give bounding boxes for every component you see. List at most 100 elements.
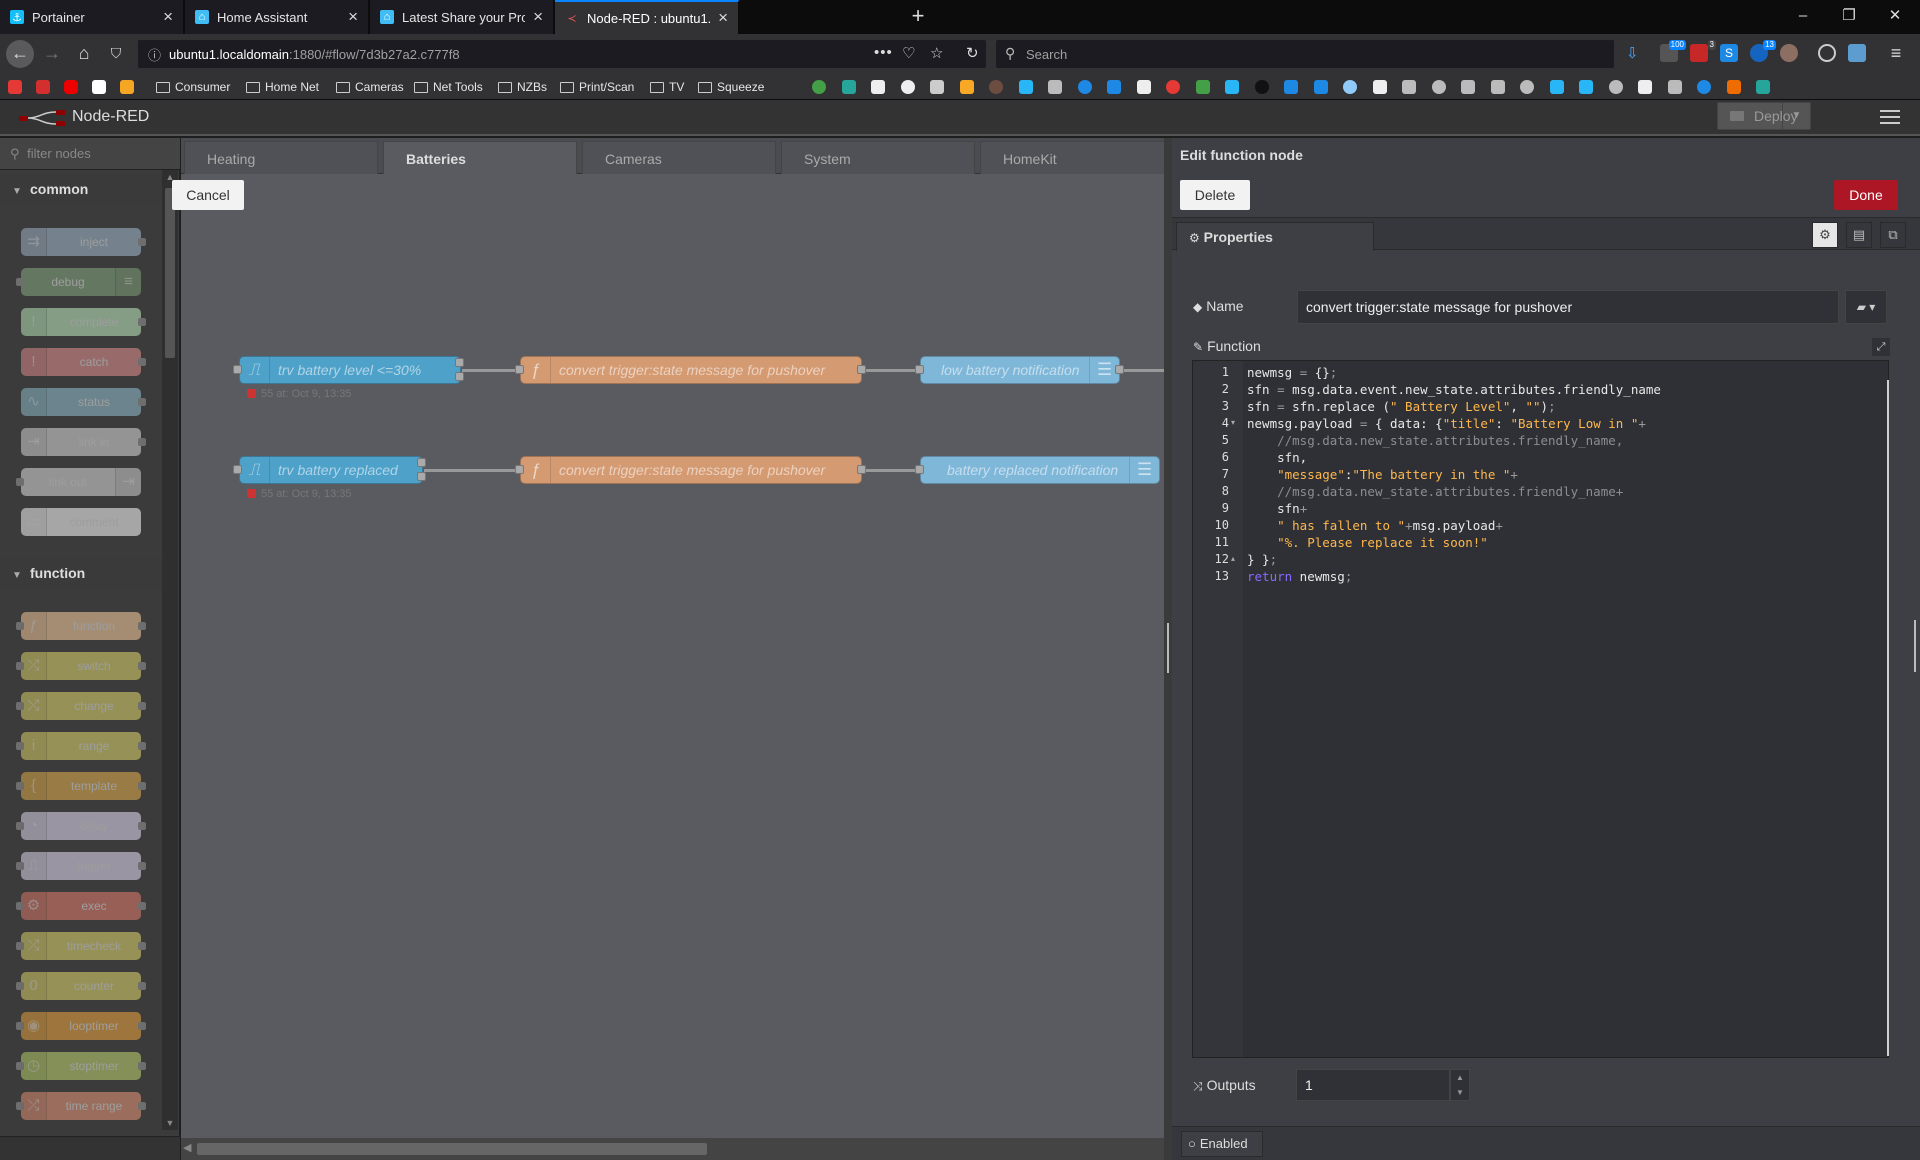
bookmark-folder[interactable]: TV xyxy=(650,79,684,95)
close-icon[interactable]: × xyxy=(163,7,173,27)
youtube-icon[interactable] xyxy=(64,80,78,94)
code-line[interactable]: return newmsg; xyxy=(1247,569,1352,584)
close-icon[interactable]: × xyxy=(348,7,358,27)
main-menu-button[interactable] xyxy=(1878,106,1902,128)
done-button[interactable]: Done xyxy=(1834,180,1898,210)
close-icon[interactable]: × xyxy=(718,8,728,28)
code-scrollbar[interactable] xyxy=(1887,380,1889,1056)
page-actions-icon[interactable]: ••• xyxy=(874,44,893,61)
bookmark-star-icon[interactable]: ☆ xyxy=(930,44,943,62)
chevron-up-icon[interactable]: ▲ xyxy=(1451,1070,1469,1085)
flow-wire[interactable] xyxy=(864,369,920,372)
bookmark-icon[interactable] xyxy=(1284,80,1298,94)
flow-node-function-convert[interactable]: ƒ convert trigger:state message for push… xyxy=(520,356,862,384)
bookmark-icon[interactable] xyxy=(1579,80,1593,94)
extension-icon[interactable]: 100 xyxy=(1660,40,1686,62)
bookmark-icon[interactable] xyxy=(1225,80,1239,94)
output-port[interactable] xyxy=(455,358,464,367)
code-line[interactable]: sfn = sfn.replace (" Battery Level", "")… xyxy=(1247,399,1556,414)
palette-node-link-in[interactable]: ⇥ link in xyxy=(21,428,146,456)
bookmark-icon[interactable] xyxy=(1461,80,1475,94)
input-port[interactable] xyxy=(915,465,924,474)
input-port[interactable] xyxy=(233,365,242,374)
flow-wire[interactable] xyxy=(1121,369,1164,372)
outputs-stepper[interactable]: ▲ ▼ xyxy=(1450,1069,1470,1101)
bookmark-icon[interactable] xyxy=(1726,80,1741,94)
bookmark-icon[interactable] xyxy=(36,80,50,94)
caret-down-icon[interactable]: ▼ xyxy=(1782,103,1810,129)
bookmark-icon[interactable] xyxy=(1343,80,1357,94)
browser-tab-home-assistant[interactable]: ⌂ Home Assistant × xyxy=(185,0,369,34)
tray-splitter[interactable] xyxy=(1164,138,1172,1160)
edge-grip[interactable] xyxy=(1914,620,1916,672)
extension-icon[interactable] xyxy=(1848,44,1866,62)
fold-toggle-icon[interactable]: ▴ xyxy=(1231,554,1235,563)
bookmark-icon[interactable] xyxy=(1520,80,1534,94)
reload-icon[interactable]: ↻ xyxy=(966,44,979,62)
tab-cameras[interactable]: Cameras xyxy=(582,141,776,174)
palette-node-status[interactable]: ∿ status xyxy=(21,388,146,416)
flow-wire[interactable] xyxy=(462,369,522,372)
deploy-button[interactable]: Deploy ▼ xyxy=(1717,102,1811,130)
back-arrow-icon[interactable]: ← xyxy=(6,40,34,68)
bookmark-icon[interactable] xyxy=(989,80,1003,94)
flow-node-function-convert[interactable]: ƒ convert trigger:state message for push… xyxy=(520,456,862,484)
bookmark-icon[interactable] xyxy=(1195,80,1210,94)
hamburger-menu-icon[interactable]: ≡ xyxy=(1884,42,1908,66)
tab-batteries[interactable]: Batteries xyxy=(383,141,577,174)
bookmark-icon[interactable] xyxy=(1667,80,1682,94)
extension-icon[interactable] xyxy=(1780,44,1798,62)
bookmark-icon[interactable] xyxy=(1490,80,1505,94)
info-icon[interactable]: ⓘ xyxy=(148,45,161,64)
bookmark-icon[interactable] xyxy=(871,80,885,94)
code-line[interactable]: sfn = msg.data.event.new_state.attribute… xyxy=(1247,382,1661,397)
bookmark-icon[interactable] xyxy=(1136,80,1151,94)
bookmark-icon[interactable] xyxy=(1402,80,1416,94)
bookmark-icon[interactable] xyxy=(1608,80,1623,94)
bookmark-icon[interactable] xyxy=(812,80,826,94)
output-port[interactable] xyxy=(857,365,866,374)
bookmark-folder[interactable]: Cameras xyxy=(336,79,404,95)
code-line[interactable]: "%. Please replace it soon!" xyxy=(1247,535,1488,550)
fold-toggle-icon[interactable]: ▾ xyxy=(1231,418,1235,427)
palette-node-debug[interactable]: ≡ debug xyxy=(16,268,141,296)
bookmark-icon[interactable] xyxy=(1313,80,1328,94)
enabled-toggle[interactable]: ○ Enabled xyxy=(1181,1131,1263,1157)
appearance-icon[interactable]: ⧉ xyxy=(1880,222,1906,248)
tab-system[interactable]: System xyxy=(781,141,975,174)
flow-wire[interactable] xyxy=(864,469,920,472)
output-port[interactable] xyxy=(857,465,866,474)
scroll-thumb[interactable] xyxy=(197,1143,707,1155)
palette-node-timecheck[interactable]: ⤮ timecheck xyxy=(16,932,146,960)
palette-node-range[interactable]: i range xyxy=(16,732,146,760)
code-line[interactable]: " has fallen to "+msg.payload+ xyxy=(1247,518,1503,533)
delete-button[interactable]: Delete xyxy=(1180,180,1250,210)
bookmark-folder[interactable]: Home Net xyxy=(246,79,319,95)
palette-category-function[interactable]: ▼ function xyxy=(0,558,162,588)
palette-node-switch[interactable]: ⤮ switch xyxy=(16,652,146,680)
code-line[interactable]: //msg.data.new_state.attributes.friendly… xyxy=(1247,433,1623,448)
palette-category-common[interactable]: ▼ common xyxy=(0,174,162,204)
extension-icon[interactable]: 13 xyxy=(1750,40,1776,62)
bookmark-icon[interactable] xyxy=(1756,80,1770,94)
bookmark-icon[interactable] xyxy=(1107,80,1121,94)
code-line[interactable]: "message":"The battery in the "+ xyxy=(1247,467,1518,482)
code-line[interactable]: //msg.data.new_state.attributes.friendly… xyxy=(1247,484,1623,499)
search-bar[interactable]: ⚲ Search xyxy=(996,40,1614,68)
input-port[interactable] xyxy=(915,365,924,374)
browser-tab-share-projects[interactable]: ⌂ Latest Share your Projects! topic × xyxy=(370,0,554,34)
home-icon[interactable]: ⌂ xyxy=(72,42,96,66)
palette-node-trigger[interactable]: ⎍ trigger xyxy=(16,852,146,880)
bookmark-icon[interactable] xyxy=(8,80,22,94)
splitter-grip[interactable] xyxy=(1167,623,1169,673)
settings-gear-icon[interactable]: ⚙ xyxy=(1812,222,1838,248)
tab-homekit[interactable]: HomeKit xyxy=(980,141,1174,174)
name-input[interactable] xyxy=(1297,290,1839,324)
flow-node-pushover-battery-replaced[interactable]: battery replaced notification ☰ xyxy=(920,456,1160,484)
bookmark-icon[interactable] xyxy=(1431,80,1446,94)
palette-node-looptimer[interactable]: ◉ looptimer xyxy=(16,1012,146,1040)
code-line[interactable]: newmsg = {}; xyxy=(1247,365,1337,380)
palette-node-inject[interactable]: ⇉ inject xyxy=(21,228,146,256)
palette-node-complete[interactable]: ! complete xyxy=(21,308,146,336)
cancel-button[interactable]: Cancel xyxy=(172,180,244,210)
